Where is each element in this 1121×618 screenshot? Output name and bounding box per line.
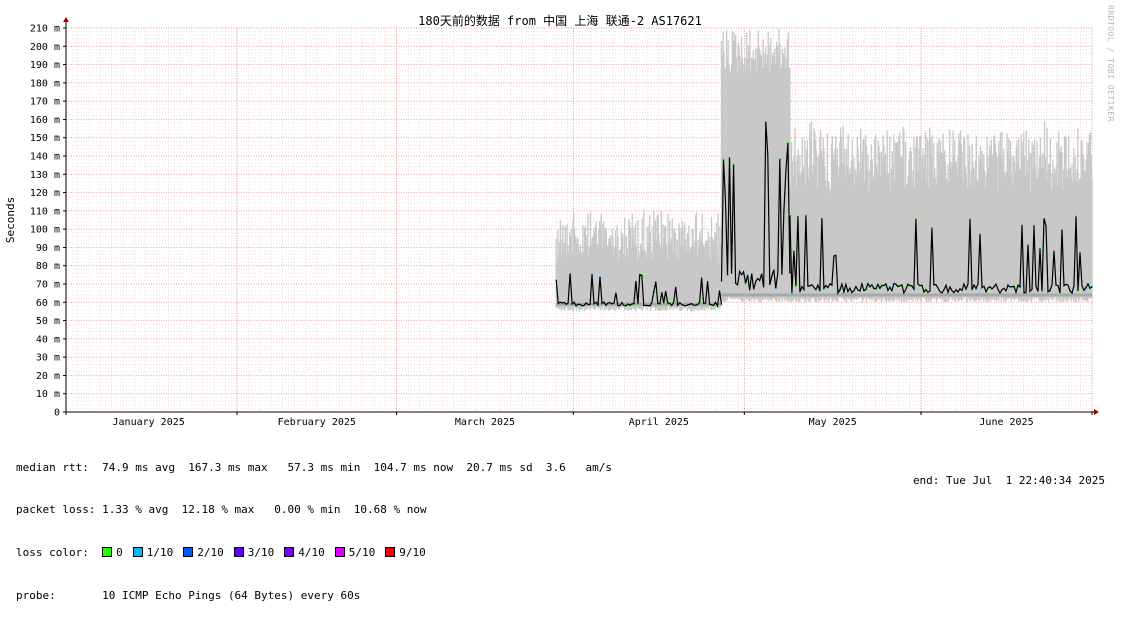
y-tick-label: 180 m: [30, 78, 60, 89]
loss-color-label: 2/10: [197, 546, 224, 560]
median-rtt-values: 74.9 ms avg 167.3 ms max 57.3 ms min 104…: [102, 460, 613, 474]
rrdtool-watermark: RRDTOOL / TOBI OETIKER: [1106, 5, 1115, 122]
loss-color-label: 1/10: [146, 546, 174, 560]
y-tick-labels: 0 10 m 20 m 30 m 40 m 50 m 60 m 70 m 80 m 90 m 100…: [30, 24, 60, 419]
x-tick-label: January 2025: [113, 417, 185, 428]
loss-color-label: 4/10: [298, 546, 325, 560]
latency-chart: 0 10 m 20 m 30 m 40 m 50 m 60 m 70 m 80 m 90 m 100…: [4, 13, 1099, 428]
loss-color-item: 0: [102, 546, 123, 559]
y-tick-label: 20 m: [36, 371, 60, 382]
loss-color-item: 9/10: [385, 546, 426, 559]
y-tick-label: 130 m: [30, 170, 60, 181]
end-timestamp: end: Tue Jul 1 22:40:34 2025: [912, 474, 1105, 487]
y-tick-label: 100 m: [30, 225, 60, 236]
x-tick-label: May 2025: [809, 417, 857, 428]
loss-color-label: 9/10: [399, 546, 426, 560]
y-tick-label: 50 m: [36, 316, 60, 327]
y-tick-label: 10 m: [36, 389, 60, 400]
chart-smoke-band: [555, 28, 1093, 312]
y-tick-label: 120 m: [30, 188, 60, 199]
probe-row: probe: 10 ICMP Echo Pings (64 Bytes) eve…: [16, 589, 612, 603]
loss-color-label: 3/10: [247, 546, 275, 560]
loss-color-label: 0: [116, 546, 123, 560]
y-tick-label: 200 m: [30, 42, 60, 53]
y-tick-label: 190 m: [30, 60, 60, 71]
loss-color-swatch: [334, 547, 345, 558]
stats-legend: median rtt: 74.9 ms avg 167.3 ms max 57.…: [16, 432, 612, 618]
median-rtt-label: median rtt:: [16, 460, 89, 474]
y-tick-label: 60 m: [36, 298, 60, 309]
probe-value: 10 ICMP Echo Pings (64 Bytes) every 60s: [102, 589, 361, 603]
loss-color-swatch: [102, 547, 113, 558]
y-tick-label: 210 m: [30, 24, 60, 35]
loss-color-item: 5/10: [334, 546, 376, 560]
loss-color-item: 2/10: [183, 546, 224, 559]
y-tick-label: 40 m: [36, 334, 60, 345]
y-tick-label: 170 m: [30, 97, 60, 108]
loss-color-swatch: [132, 547, 143, 558]
x-tick-label: March 2025: [455, 417, 515, 428]
chart-title: 180天前的数据 from 中国 上海 联通-2 AS17621: [418, 13, 702, 28]
loss-color-row: loss color: 0 1/10 2/10 3/10 4/10 5/10 9/10: [16, 546, 612, 560]
y-tick-label: 0: [54, 408, 60, 419]
y-tick-label: 110 m: [30, 206, 60, 217]
median-rtt-row: median rtt: 74.9 ms avg 167.3 ms max 57.…: [16, 461, 612, 475]
y-tick-label: 90 m: [36, 243, 60, 254]
loss-color-swatch: [183, 547, 194, 558]
packet-loss-label: packet loss:: [16, 503, 96, 517]
loss-color-item: 1/10: [132, 546, 174, 560]
loss-color-item: 3/10: [233, 546, 275, 560]
packet-loss-row: packet loss: 1.33 % avg 12.18 % max 0.00…: [16, 503, 612, 517]
loss-color-label: 5/10: [348, 546, 376, 560]
y-tick-label: 80 m: [36, 261, 60, 272]
loss-color-swatch: [385, 547, 396, 558]
y-tick-label: 70 m: [36, 280, 60, 291]
loss-color-swatches: 0 1/10 2/10 3/10 4/10 5/10 9/10: [102, 546, 436, 559]
y-axis-label: Seconds: [4, 197, 17, 243]
x-tick-label: June 2025: [979, 417, 1033, 428]
packet-loss-values: 1.33 % avg 12.18 % max 0.00 % min 10.68 …: [102, 503, 427, 517]
y-tick-label: 160 m: [30, 115, 60, 126]
y-tick-label: 140 m: [30, 152, 60, 163]
loss-color-swatch: [233, 547, 244, 558]
loss-color-item: 4/10: [284, 546, 325, 559]
loss-color-label: loss color:: [16, 546, 89, 560]
probe-label: probe:: [16, 589, 56, 603]
x-tick-label: April 2025: [629, 417, 689, 428]
x-tick-labels: January 2025 February 2025 March 2025 April…: [113, 417, 1034, 428]
y-tick-label: 30 m: [36, 353, 60, 364]
x-tick-label: February 2025: [278, 417, 356, 428]
y-tick-label: 150 m: [30, 133, 60, 144]
loss-color-swatch: [284, 547, 295, 558]
